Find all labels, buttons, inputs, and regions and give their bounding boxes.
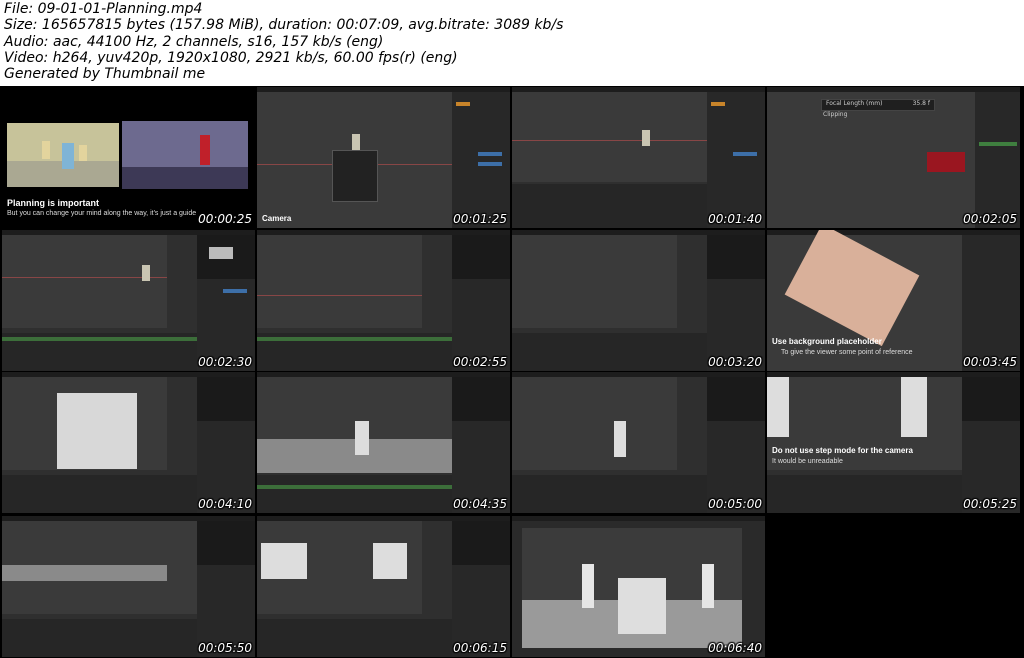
timestamp: 00:05:00 [708,497,762,511]
3d-viewport [2,521,197,614]
timeline [512,184,707,228]
timeline [2,619,197,657]
timestamp: 00:02:30 [198,355,252,369]
thumbnail-13[interactable]: 00:05:50 [2,516,255,657]
3d-viewport [512,235,677,328]
properties-panel [962,235,1020,371]
timestamp: 00:05:25 [963,497,1017,511]
background-plane [784,230,920,347]
character-render [122,121,248,189]
field-value: 35.8 f [912,100,930,107]
thumbnail-14[interactable]: 00:06:15 [257,516,510,657]
timestamp: 00:06:40 [708,641,762,655]
3d-viewport [767,92,977,228]
timestamp: 00:06:15 [453,641,507,655]
properties-panel [707,92,765,228]
3d-viewport [2,235,167,328]
camera-preview [197,521,255,565]
timeline [767,475,962,513]
timestamp: 00:02:55 [453,355,507,369]
3d-viewport [257,235,422,328]
caption-title: Planning is important [7,198,100,208]
camera-preview [197,235,255,279]
focal-length-field[interactable]: Focal Length (mm) 35.8 f [821,99,935,111]
timestamp: 00:03:20 [708,355,762,369]
caption-subtitle: But you can change your mind along the w… [7,210,197,217]
scene-render-blocks [7,123,119,187]
camera-preview [707,377,765,421]
3d-viewport [512,92,707,182]
caption-subtitle: To give the viewer some point of referen… [781,349,913,356]
audio-info: Audio: aac, 44100 Hz, 2 channels, s16, 1… [4,34,384,50]
timestamp: 00:01:40 [708,212,762,226]
camera-preview [197,377,255,421]
timeline [2,333,197,371]
field-label: Focal Length (mm) [826,100,883,107]
timeline [257,619,452,657]
thumbnail-8[interactable]: Use background placeholder To give the v… [767,230,1020,371]
timeline [512,475,707,513]
3d-viewport [257,92,452,228]
thumbnail-6[interactable]: 00:02:55 [257,230,510,371]
timestamp: 00:03:45 [963,355,1017,369]
thumbnail-10[interactable]: 00:04:35 [257,372,510,513]
3d-viewport [2,377,167,470]
thumbnail-11[interactable]: 00:05:00 [512,372,765,513]
thumbnail-3[interactable]: 00:01:40 [512,87,765,228]
3d-viewport [767,377,962,470]
thumbnail-9[interactable]: 00:04:10 [2,372,255,513]
caption-title: Do not use step mode for the camera [772,446,913,455]
thumbnail-2[interactable]: Camera 00:01:25 [257,87,510,228]
timeline [257,475,452,513]
thumbnail-5[interactable]: 00:02:30 [2,230,255,371]
camera-preview [452,377,510,421]
clipping-label: Clipping [823,111,848,118]
3d-viewport [257,377,452,473]
file-info-header: File: 09-01-01-Planning.mp4 Size: 165657… [0,0,1024,86]
generator-credit: Generated by Thumbnail me [4,66,206,82]
thumbnail-7[interactable]: 00:03:20 [512,230,765,371]
caption-label: Camera [262,214,292,223]
timestamp: 00:01:25 [453,212,507,226]
camera-view [522,528,742,648]
thumbnail-12[interactable]: Do not use step mode for the camera It w… [767,372,1020,513]
timeline [257,333,452,371]
camera-preview [452,521,510,565]
3d-viewport [257,521,422,614]
context-menu [332,150,378,202]
properties-panel [975,92,1020,228]
timeline [512,333,707,371]
camera-preview [452,235,510,279]
thumbnail-15[interactable]: 00:06:40 [512,516,765,657]
timestamp: 00:05:50 [198,641,252,655]
file-size-info: Size: 165657815 bytes (157.98 MiB), dura… [4,17,564,33]
properties-panel [452,92,510,228]
editor-topbar [512,516,765,521]
caption-subtitle: It would be unreadable [772,458,843,465]
thumbnail-1[interactable]: Planning is important But you can change… [2,87,255,228]
timestamp: 00:02:05 [963,212,1017,226]
camera-preview [707,235,765,279]
caption-title: Use background placeholder [772,337,882,346]
timestamp: 00:04:35 [453,497,507,511]
timestamp: 00:00:25 [198,212,252,226]
thumbnail-4[interactable]: Focal Length (mm) 35.8 f Clipping 00:02:… [767,87,1020,228]
camera-preview [962,377,1020,421]
video-info: Video: h264, yuv420p, 1920x1080, 2921 kb… [4,50,458,66]
file-name: File: 09-01-01-Planning.mp4 [4,1,203,17]
3d-viewport [512,377,677,470]
timeline [2,475,197,513]
timestamp: 00:04:10 [198,497,252,511]
